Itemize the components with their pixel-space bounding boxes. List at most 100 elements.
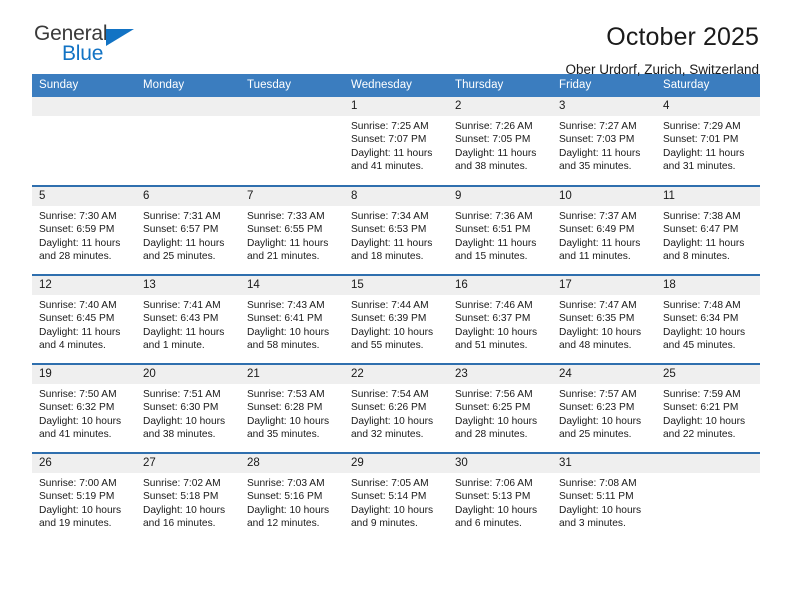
daylight-duration-line1: Daylight: 10 hours [351,415,434,427]
calendar-day-cell[interactable]: 24 Sunrise: 7:57 AM Sunset: 6:23 PM Dayligh… [552,363,656,453]
calendar-day-cell[interactable]: 10 Sunrise: 7:37 AM Sunset: 6:49 PM Dayligh… [552,185,656,275]
sunrise-time: Sunrise: 7:48 AM [663,300,741,311]
sunset-time: Sunset: 5:18 PM [143,491,219,503]
calendar-day-cell[interactable]: 15 Sunrise: 7:44 AM Sunset: 6:39 PM Dayligh… [344,274,448,364]
daylight-duration-line1: Daylight: 10 hours [559,504,642,516]
sunset-time: Sunset: 6:43 PM [143,313,219,325]
day-details: Sunrise: 7:34 AM Sunset: 6:53 PM Daylight:… [344,206,448,264]
calendar-day-cell[interactable]: 9 Sunrise: 7:36 AM Sunset: 6:51 PM Daylight… [448,185,552,275]
day-number: 10 [552,187,656,206]
calendar-day-cell[interactable]: 3 Sunrise: 7:27 AM Sunset: 7:03 PM Daylight… [552,97,656,186]
sunrise-time: Sunrise: 7:05 AM [351,478,429,489]
daylight-duration-line2: and 28 minutes. [39,251,112,263]
calendar-day-cell[interactable]: 14 Sunrise: 7:43 AM Sunset: 6:41 PM Dayligh… [240,274,344,364]
calendar-day-cell[interactable]: 5 Sunrise: 7:30 AM Sunset: 6:59 PM Daylight… [32,185,136,275]
calendar-day-cell[interactable]: 11 Sunrise: 7:38 AM Sunset: 6:47 PM Dayligh… [656,185,760,275]
daylight-duration-line1: Daylight: 11 hours [455,237,537,249]
calendar-day-cell[interactable]: 2 Sunrise: 7:26 AM Sunset: 7:05 PM Daylight… [448,97,552,186]
sunset-time: Sunset: 6:25 PM [455,402,531,414]
calendar-day-cell[interactable]: 27 Sunrise: 7:02 AM Sunset: 5:18 PM Dayligh… [136,452,240,542]
daylight-duration-line1: Daylight: 11 hours [559,237,641,249]
day-number: 4 [656,97,760,116]
calendar-day-cell[interactable]: 19 Sunrise: 7:50 AM Sunset: 6:32 PM Dayligh… [32,363,136,453]
calendar-day-cell[interactable]: 23 Sunrise: 7:56 AM Sunset: 6:25 PM Dayligh… [448,363,552,453]
day-details: Sunrise: 7:43 AM Sunset: 6:41 PM Daylight:… [240,295,344,353]
calendar-day-cell[interactable]: 26 Sunrise: 7:00 AM Sunset: 5:19 PM Dayligh… [32,452,136,542]
daylight-duration-line1: Daylight: 11 hours [39,326,121,338]
sunrise-time: Sunrise: 7:53 AM [247,389,325,400]
sunset-time: Sunset: 6:55 PM [247,224,323,236]
day-number: 11 [656,187,760,206]
sunset-time: Sunset: 6:34 PM [663,313,739,325]
day-details: Sunrise: 7:05 AM Sunset: 5:14 PM Daylight:… [344,473,448,531]
calendar-table: Sunday Monday Tuesday Wednesday Thursday… [32,74,760,542]
day-number: 15 [344,276,448,295]
weekday-header-thursday: Thursday [448,74,552,97]
weekday-header-wednesday: Wednesday [344,74,448,97]
page-header: General Blue October 2025 Ober Urdorf, Z… [32,0,760,77]
calendar-day-cell-empty [656,452,760,542]
calendar-day-cell[interactable]: 1 Sunrise: 7:25 AM Sunset: 7:07 PM Daylight… [344,97,448,186]
day-details: Sunrise: 7:31 AM Sunset: 6:57 PM Daylight:… [136,206,240,264]
sunset-time: Sunset: 7:07 PM [351,134,427,146]
daylight-duration-line1: Daylight: 11 hours [663,147,745,159]
daylight-duration-line2: and 55 minutes. [351,340,424,352]
day-details: Sunrise: 7:36 AM Sunset: 6:51 PM Daylight:… [448,206,552,264]
day-number: 8 [344,187,448,206]
brand-logo[interactable]: General Blue [34,22,146,70]
day-details: Sunrise: 7:38 AM Sunset: 6:47 PM Daylight:… [656,206,760,264]
calendar-day-cell[interactable]: 30 Sunrise: 7:06 AM Sunset: 5:13 PM Dayligh… [448,452,552,542]
daylight-duration-line2: and 21 minutes. [247,251,320,263]
sunrise-time: Sunrise: 7:40 AM [39,300,117,311]
daylight-duration-line1: Daylight: 11 hours [143,237,225,249]
sunrise-time: Sunrise: 7:54 AM [351,389,429,400]
sunset-time: Sunset: 7:03 PM [559,134,635,146]
calendar-day-cell[interactable]: 4 Sunrise: 7:29 AM Sunset: 7:01 PM Daylight… [656,97,760,186]
day-details: Sunrise: 7:53 AM Sunset: 6:28 PM Daylight:… [240,384,344,442]
triangle-icon [106,29,134,46]
day-details: Sunrise: 7:27 AM Sunset: 7:03 PM Daylight:… [552,116,656,174]
calendar-day-cell[interactable]: 8 Sunrise: 7:34 AM Sunset: 6:53 PM Daylight… [344,185,448,275]
calendar-day-cell[interactable]: 28 Sunrise: 7:03 AM Sunset: 5:16 PM Dayligh… [240,452,344,542]
calendar-day-cell[interactable]: 6 Sunrise: 7:31 AM Sunset: 6:57 PM Daylight… [136,185,240,275]
day-details: Sunrise: 7:59 AM Sunset: 6:21 PM Daylight:… [656,384,760,442]
day-number: 24 [552,365,656,384]
daylight-duration-line1: Daylight: 11 hours [351,237,433,249]
calendar-day-cell[interactable]: 22 Sunrise: 7:54 AM Sunset: 6:26 PM Dayligh… [344,363,448,453]
calendar-day-cell[interactable]: 12 Sunrise: 7:40 AM Sunset: 6:45 PM Dayligh… [32,274,136,364]
day-number: 16 [448,276,552,295]
day-details: Sunrise: 7:47 AM Sunset: 6:35 PM Daylight:… [552,295,656,353]
calendar-day-cell[interactable]: 21 Sunrise: 7:53 AM Sunset: 6:28 PM Dayligh… [240,363,344,453]
sunrise-time: Sunrise: 7:33 AM [247,211,325,222]
calendar-day-cell[interactable]: 31 Sunrise: 7:08 AM Sunset: 5:11 PM Dayligh… [552,452,656,542]
calendar-day-cell[interactable]: 7 Sunrise: 7:33 AM Sunset: 6:55 PM Daylight… [240,185,344,275]
calendar-day-cell[interactable]: 16 Sunrise: 7:46 AM Sunset: 6:37 PM Dayligh… [448,274,552,364]
daylight-duration-line2: and 18 minutes. [351,251,424,263]
brand-name-blue: Blue [62,42,104,65]
calendar-day-cell[interactable]: 18 Sunrise: 7:48 AM Sunset: 6:34 PM Dayligh… [656,274,760,364]
day-details: Sunrise: 7:48 AM Sunset: 6:34 PM Daylight:… [656,295,760,353]
daylight-duration-line2: and 45 minutes. [663,340,736,352]
day-details: Sunrise: 7:56 AM Sunset: 6:25 PM Daylight:… [448,384,552,442]
calendar-day-cell[interactable]: 25 Sunrise: 7:59 AM Sunset: 6:21 PM Dayligh… [656,363,760,453]
day-number: 13 [136,276,240,295]
sunset-time: Sunset: 7:05 PM [455,134,531,146]
daylight-duration-line1: Daylight: 10 hours [247,326,330,338]
sunrise-time: Sunrise: 7:08 AM [559,478,637,489]
sunrise-time: Sunrise: 7:25 AM [351,121,429,132]
sunrise-time: Sunrise: 7:36 AM [455,211,533,222]
sunrise-time: Sunrise: 7:59 AM [663,389,741,400]
day-details: Sunrise: 7:41 AM Sunset: 6:43 PM Daylight:… [136,295,240,353]
daylight-duration-line2: and 25 minutes. [559,429,632,441]
day-number: 22 [344,365,448,384]
daylight-duration-line1: Daylight: 10 hours [143,415,226,427]
daylight-duration-line2: and 35 minutes. [247,429,320,441]
day-details: Sunrise: 7:29 AM Sunset: 7:01 PM Daylight:… [656,116,760,174]
calendar-day-cell[interactable]: 17 Sunrise: 7:47 AM Sunset: 6:35 PM Dayligh… [552,274,656,364]
sunrise-time: Sunrise: 7:41 AM [143,300,221,311]
calendar-day-cell[interactable]: 20 Sunrise: 7:51 AM Sunset: 6:30 PM Dayligh… [136,363,240,453]
calendar-day-cell[interactable]: 13 Sunrise: 7:41 AM Sunset: 6:43 PM Dayligh… [136,274,240,364]
calendar-day-cell[interactable]: 29 Sunrise: 7:05 AM Sunset: 5:14 PM Dayligh… [344,452,448,542]
sunset-time: Sunset: 6:53 PM [351,224,427,236]
day-number: 25 [656,365,760,384]
